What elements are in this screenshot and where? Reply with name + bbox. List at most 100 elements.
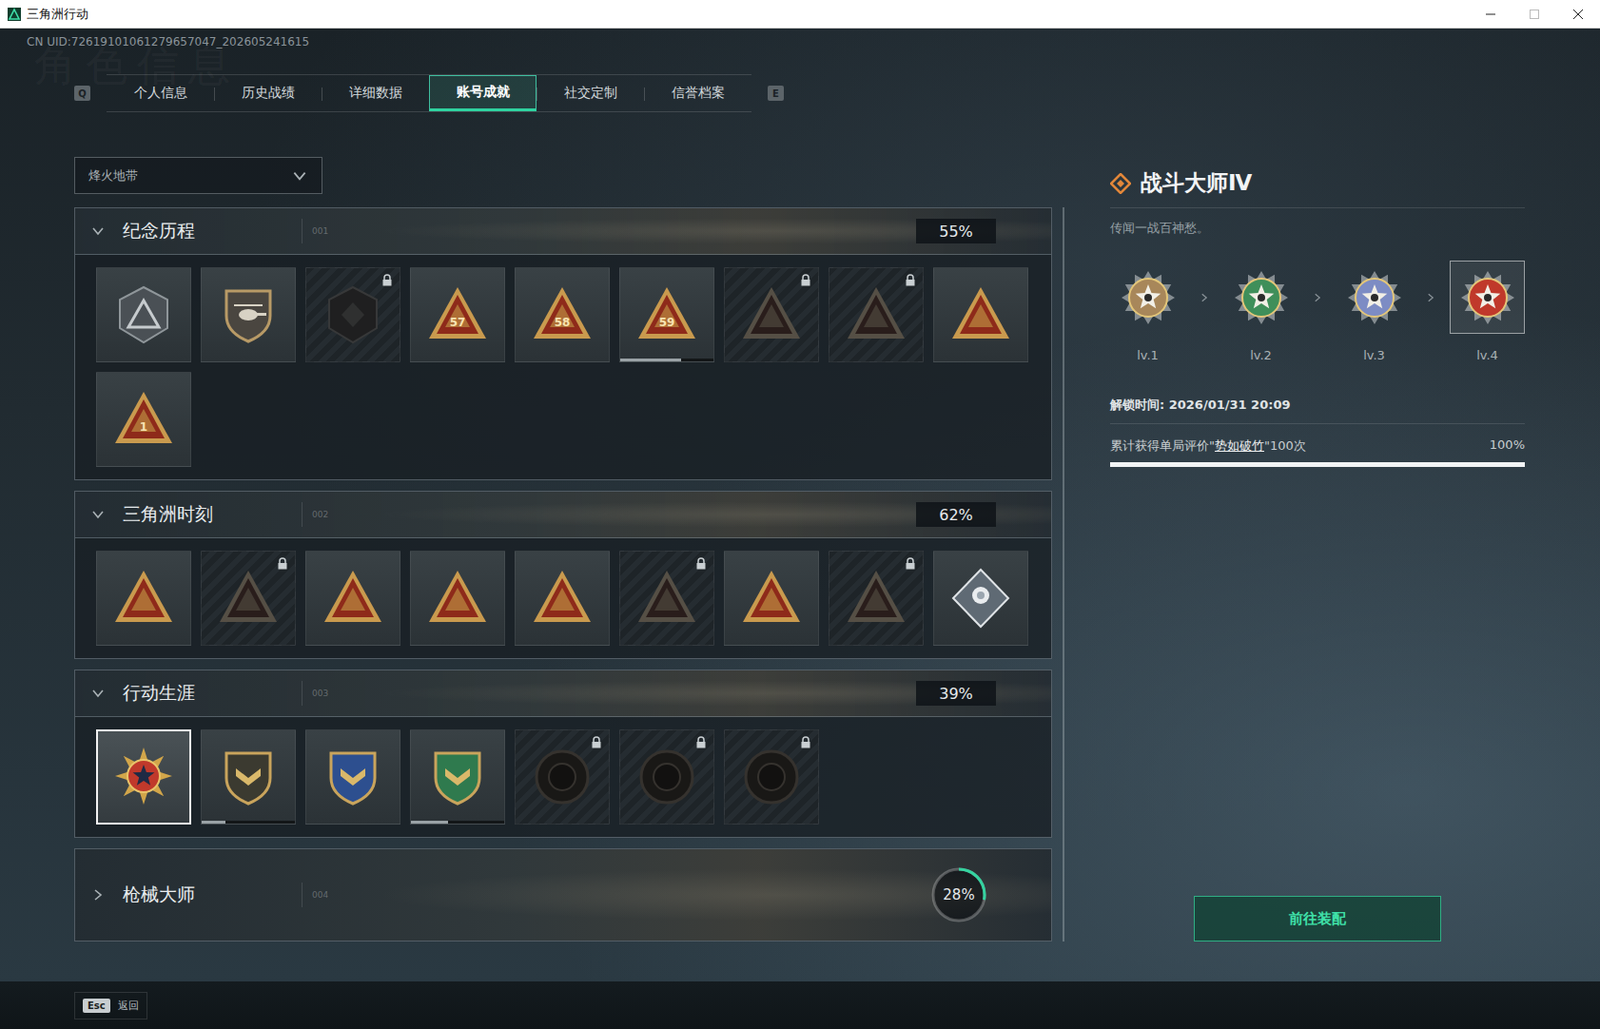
level-row: lv.1 lv.2 lv.3 lv.4 — [1110, 260, 1525, 363]
header-divider — [301, 502, 303, 527]
badge-cell[interactable] — [305, 267, 401, 363]
badge-cell[interactable] — [933, 550, 1029, 646]
equip-button[interactable]: 前往装配 — [1193, 896, 1442, 942]
badge-progress-bar — [620, 358, 714, 362]
header-divider — [301, 882, 303, 908]
close-button[interactable] — [1556, 0, 1600, 28]
diamond-icon — [1110, 173, 1132, 195]
tab[interactable]: 信誉档案 — [643, 75, 752, 112]
level-item[interactable]: lv.4 — [1449, 260, 1525, 363]
hex-badge-icon — [321, 283, 385, 347]
lock-icon — [904, 273, 917, 287]
game-window: 三角洲行动角色信息CN UID:72619101061279657047_202… — [0, 0, 1600, 1029]
badge-cell[interactable]: 1 — [96, 371, 192, 468]
shield-badge-icon — [321, 745, 385, 809]
badge-grid — [75, 538, 1052, 659]
emblem-badge-icon — [112, 283, 176, 347]
uid-label: CN UID:72619101061279657047_202605241615 — [0, 34, 1600, 50]
level-star-icon — [1118, 268, 1178, 328]
section-title: 枪械大师 — [122, 882, 302, 908]
badge-cell[interactable] — [200, 550, 296, 646]
badge-cell[interactable] — [96, 550, 192, 646]
badge-cell[interactable] — [96, 729, 192, 825]
level-item[interactable]: lv.3 — [1336, 260, 1412, 363]
badge-cell[interactable]: 57 — [409, 267, 506, 363]
next-tab-key[interactable]: E — [767, 85, 784, 101]
badge-cell[interactable] — [514, 550, 610, 646]
badge-cell[interactable] — [619, 729, 715, 825]
badge-cell[interactable] — [96, 267, 192, 363]
shield-badge-icon — [216, 745, 280, 809]
esc-key: Esc — [82, 998, 111, 1014]
lock-icon — [800, 273, 812, 287]
section-header[interactable]: 枪械大师00428% — [75, 849, 1052, 941]
badge-cell[interactable] — [619, 550, 715, 646]
section-progress-ring: 28% — [929, 865, 989, 925]
scrollbar[interactable] — [1062, 207, 1065, 942]
section-title: 纪念历程 — [122, 218, 302, 244]
lock-icon — [276, 557, 289, 570]
window-controls — [1468, 0, 1600, 28]
badge-cell[interactable] — [200, 267, 296, 363]
maximize-button[interactable] — [1512, 0, 1557, 28]
title-bar: 三角洲行动 — [0, 0, 1600, 29]
section-percent: 39% — [916, 681, 996, 706]
lock-icon — [590, 736, 603, 749]
section-header[interactable]: 纪念历程00155% — [75, 208, 1052, 255]
badge-cell[interactable]: 59 — [619, 267, 715, 363]
badge-cell[interactable] — [409, 729, 506, 825]
badge-cell[interactable] — [828, 267, 924, 363]
detail-title: 战斗大师Ⅳ — [1140, 168, 1252, 198]
svg-text:58: 58 — [554, 315, 571, 330]
unlock-time: 解锁时间: 2026/01/31 20:09 — [1110, 396, 1525, 425]
tab[interactable]: 个人信息 — [106, 75, 215, 112]
badge-cell[interactable]: 58 — [514, 267, 610, 363]
arrow-right-icon — [1198, 292, 1210, 304]
badge-cell[interactable] — [305, 550, 401, 646]
round-badge-icon — [530, 745, 594, 809]
main-area: 角色信息CN UID:72619101061279657047_20260524… — [0, 28, 1600, 982]
level-arrow — [1185, 260, 1224, 334]
tab[interactable]: 历史战绩 — [214, 75, 322, 112]
tab[interactable]: 社交定制 — [536, 75, 644, 112]
badge-cell[interactable] — [933, 267, 1029, 363]
achievement-section: 三角洲时刻00262% — [74, 490, 1053, 660]
level-label: lv.3 — [1363, 348, 1386, 363]
back-button[interactable]: Esc返回 — [74, 992, 148, 1020]
section-header[interactable]: 三角洲时刻00262% — [75, 491, 1052, 539]
prev-tab-key[interactable]: Q — [74, 85, 91, 101]
badge-cell[interactable] — [514, 729, 610, 825]
svg-text:57: 57 — [449, 315, 467, 330]
section-title: 行动生涯 — [122, 681, 302, 706]
badge-cell[interactable] — [723, 550, 820, 646]
badge-cell[interactable] — [200, 729, 296, 825]
requirement-row: 累计获得单局评价"势如破竹"100次 100% — [1110, 437, 1525, 455]
requirement-highlight[interactable]: 势如破竹 — [1214, 438, 1265, 453]
lock-icon — [800, 736, 812, 749]
round-badge-icon — [740, 745, 803, 809]
badge-cell[interactable] — [828, 550, 924, 646]
tab[interactable]: 详细数据 — [321, 75, 430, 112]
triangle-badge-icon — [635, 566, 699, 630]
level-box — [1336, 260, 1412, 334]
detail-title-row: 战斗大师Ⅳ — [1110, 168, 1525, 209]
badge-cell[interactable] — [409, 550, 506, 646]
header-divider — [301, 681, 303, 706]
level-item[interactable]: lv.2 — [1223, 260, 1299, 363]
achievement-column: 烽火地带纪念历程00155% 57 58 59 1 三角洲时刻00262% 行动生涯0033… — [74, 156, 1053, 942]
minimize-button[interactable] — [1468, 0, 1513, 28]
section-percent: 55% — [916, 218, 996, 244]
badge-cell[interactable] — [723, 729, 820, 825]
triangle-badge-icon — [112, 566, 176, 630]
mode-dropdown[interactable]: 烽火地带 — [74, 156, 323, 195]
level-item[interactable]: lv.1 — [1110, 260, 1186, 363]
badge-grid — [75, 717, 1052, 838]
section-title: 三角洲时刻 — [122, 502, 302, 527]
requirement-percent: 100% — [1489, 437, 1525, 455]
tab[interactable]: 账号成就 — [429, 75, 537, 112]
requirement-text: 累计获得单局评价"势如破竹"100次 — [1110, 437, 1307, 455]
diamond-badge-icon — [949, 566, 1013, 630]
section-header[interactable]: 行动生涯00339% — [75, 670, 1052, 718]
badge-cell[interactable] — [305, 729, 401, 825]
badge-cell[interactable] — [723, 267, 820, 363]
